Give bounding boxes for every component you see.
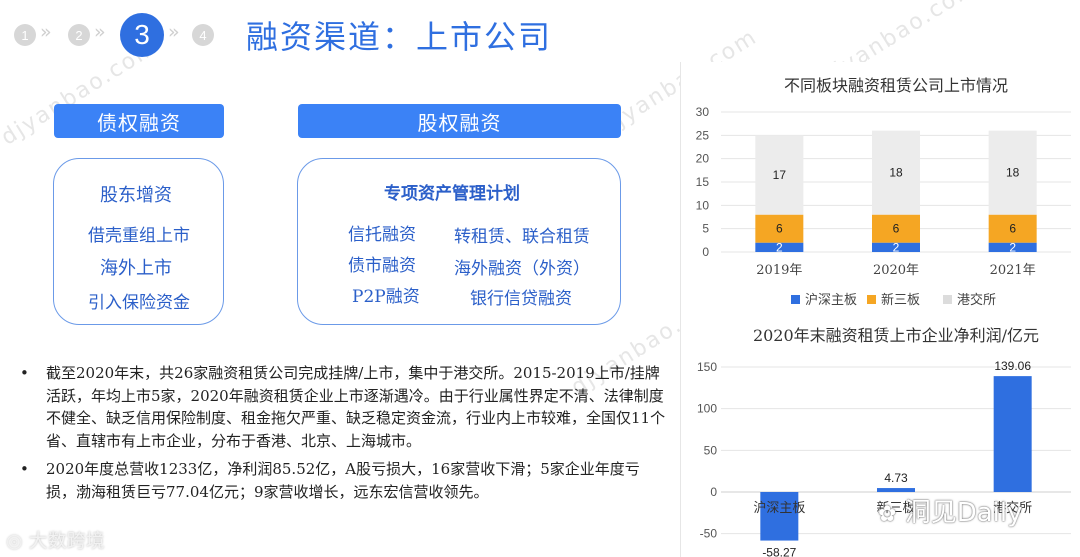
data-label: 6 (1009, 222, 1016, 236)
debt-financing-box: 股东增资 借壳重组上市 海外上市 引入保险资金 (53, 158, 224, 325)
brand-watermark-text: 大数跨境 (28, 530, 105, 552)
brand-watermark-text: 洞见Daily (904, 498, 1023, 528)
equity-item: 债市融资 (348, 256, 416, 276)
equity-item: 转租赁、联合租赁 (454, 227, 590, 247)
y-tick-label: 10 (696, 198, 710, 212)
debt-financing-header: 债权融资 (54, 104, 224, 138)
y-tick-label: 100 (697, 402, 717, 416)
equity-financing-box: 专项资产管理计划 信托融资 债市融资 P2P融资 转租赁、联合租赁 海外融资（外… (297, 158, 621, 325)
y-tick-label: 30 (696, 105, 710, 119)
brand-logo-icon: ◎ (6, 530, 23, 552)
debt-item: 海外上市 (100, 258, 172, 279)
legend-label: 沪深主板 (805, 292, 857, 308)
y-tick-label: 15 (696, 175, 710, 189)
legend-label: 新三板 (881, 292, 920, 308)
double-chevron-icon: » (40, 21, 51, 43)
data-label: -58.27 (762, 546, 796, 557)
y-tick-label: 5 (702, 222, 709, 236)
step-number: 3 (134, 19, 150, 50)
bullet-text: 2020年度总营收1233亿，净利润85.52亿，A股亏损大，16家营收下滑；5… (46, 460, 640, 501)
data-label: 17 (773, 168, 787, 182)
data-label: 6 (776, 222, 783, 236)
bullet-dot: • (20, 460, 29, 478)
step-1: 1 (14, 24, 36, 46)
double-chevron-icon: » (168, 21, 179, 43)
wechat-icon: ✿ (878, 502, 897, 527)
legend-swatch (867, 295, 876, 304)
x-tick-label: 2019年 (756, 263, 802, 278)
y-tick-label: 150 (697, 360, 717, 374)
bullet-dot: • (20, 364, 29, 382)
data-label: 6 (893, 222, 900, 236)
bar (760, 492, 799, 541)
debt-item: 借壳重组上市 (88, 226, 190, 246)
equity-item: 银行信贷融资 (470, 289, 572, 309)
brand-watermark: ✿ 洞见Daily (878, 492, 1023, 529)
debt-header-label: 债权融资 (97, 110, 181, 135)
step-number: 2 (75, 27, 83, 43)
step-number: 1 (21, 27, 29, 43)
bullet-item: • 2020年度总营收1233亿，净利润85.52亿，A股亏损大，16家营收下滑… (18, 458, 668, 503)
equity-item: 海外融资（外资） (454, 259, 590, 279)
step-4: 4 (192, 24, 214, 46)
x-tick-label: 沪深主板 (753, 500, 805, 516)
brand-watermark: ◎ 大数跨境 (6, 526, 105, 553)
data-label: 18 (889, 166, 903, 180)
y-tick-label: 20 (696, 152, 710, 166)
y-tick-label: 0 (702, 245, 709, 259)
bullet-item: • 截至2020年末，共26家融资租赁公司完成挂牌/上市，集中于港交所。2015… (18, 362, 668, 452)
equity-item: 信托融资 (348, 225, 416, 245)
step-3-active: 3 (120, 13, 164, 57)
legend-swatch (791, 295, 800, 304)
bar (993, 376, 1032, 492)
stacked-bar-chart: 不同板块融资租赁公司上市情况05101520253026172019年26182… (696, 76, 1071, 308)
legend-label: 港交所 (957, 292, 996, 308)
chart-panel: 不同板块融资租赁公司上市情况 0 5 10 15 20 25 30 2 6 17 2019年 2 6 18 2… (680, 62, 1080, 557)
data-label: 139.06 (994, 359, 1031, 373)
y-tick-label: -50 (700, 527, 718, 541)
chart-title: 2020年末融资租赁上市企业净利润/亿元 (753, 326, 1039, 345)
equity-financing-header: 股权融资 (298, 104, 621, 138)
equity-subtitle: 专项资产管理计划 (384, 184, 520, 204)
summary-bullets: • 截至2020年末，共26家融资租赁公司完成挂牌/上市，集中于港交所。2015… (18, 362, 668, 509)
equity-header-label: 股权融资 (417, 110, 502, 135)
x-tick-label: 2020年 (873, 263, 919, 278)
equity-item: P2P融资 (352, 287, 420, 307)
chart-title: 不同板块融资租赁公司上市情况 (784, 76, 1008, 95)
bullet-text: 截至2020年末，共26家融资租赁公司完成挂牌/上市，集中于港交所。2015-2… (46, 364, 666, 450)
step-number: 4 (199, 27, 207, 43)
legend-swatch (943, 295, 952, 304)
step-2: 2 (68, 24, 90, 46)
debt-item: 引入保险资金 (88, 293, 190, 313)
x-tick-label: 2021年 (990, 263, 1036, 278)
debt-item: 股东增资 (100, 185, 172, 206)
page-title: 融资渠道：上市公司 (246, 18, 553, 56)
y-tick-label: 50 (704, 443, 718, 457)
data-label: 4.73 (884, 471, 908, 485)
data-label: 18 (1006, 166, 1020, 180)
double-chevron-icon: » (94, 21, 105, 43)
y-tick-label: 0 (710, 485, 717, 499)
y-tick-label: 25 (696, 128, 710, 142)
